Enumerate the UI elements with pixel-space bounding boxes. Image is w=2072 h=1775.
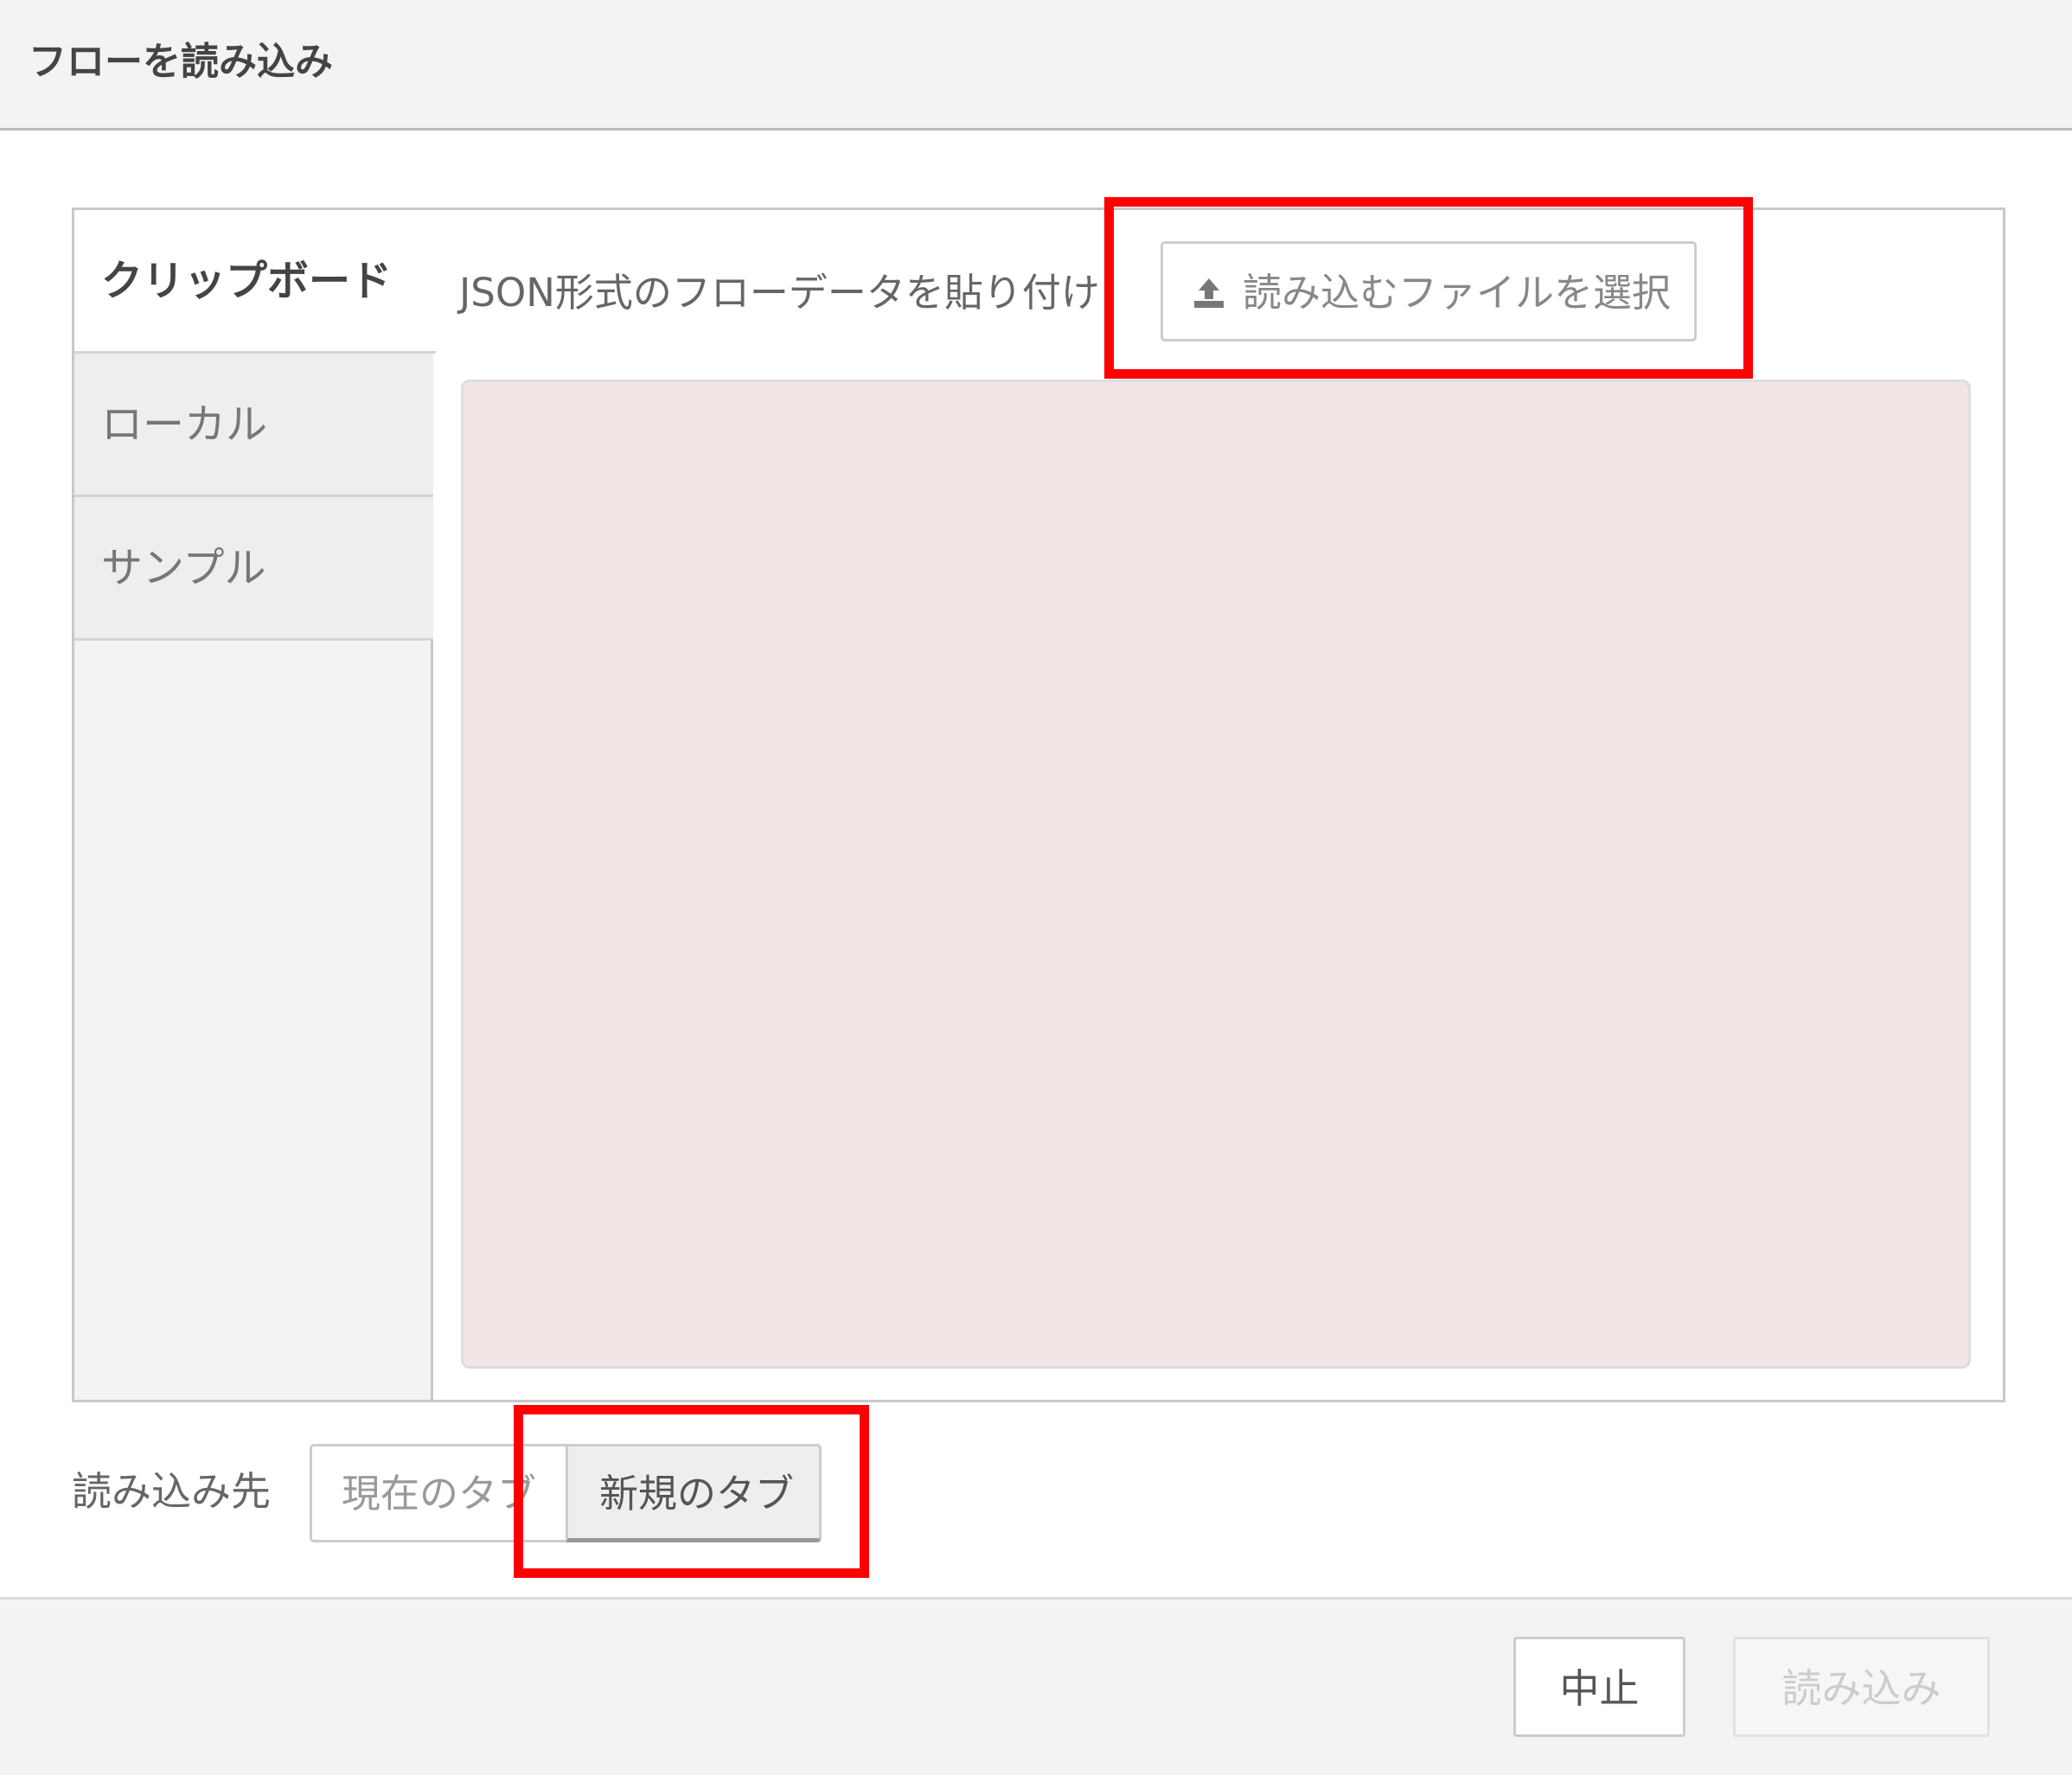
- tab-clipboard-label: クリップボード: [101, 257, 393, 305]
- dialog-header: フローを読み込み: [0, 0, 2072, 131]
- upload-icon: [1194, 278, 1224, 308]
- dialog-footer: 中止 読み込み: [0, 1597, 2072, 1775]
- tab-clipboard[interactable]: クリップボード: [74, 210, 436, 354]
- cancel-label: 中止: [1559, 1665, 1640, 1712]
- current-tab-label: 現在のタブ: [342, 1471, 537, 1516]
- current-tab-option[interactable]: 現在のタブ: [310, 1444, 567, 1542]
- import-button[interactable]: 読み込み: [1733, 1637, 1990, 1737]
- new-tab-label: 新規のタブ: [599, 1471, 795, 1516]
- tab-local-label: ローカル: [101, 400, 268, 449]
- tab-local[interactable]: ローカル: [74, 354, 433, 497]
- import-target-label: 読み込み先: [72, 1468, 271, 1515]
- dialog-title: フローを読み込み: [29, 40, 333, 84]
- cancel-button[interactable]: 中止: [1513, 1637, 1685, 1737]
- select-file-label: 読み込むファイルを選択: [1243, 270, 1672, 316]
- source-tabs: クリップボード ローカル サンプル: [74, 210, 436, 1400]
- import-panel: クリップボード ローカル サンプル JSON形式のフローデータを貼り付け 読み込…: [72, 208, 2005, 1402]
- json-input[interactable]: [461, 380, 1971, 1369]
- tab-sample[interactable]: サンプル: [74, 497, 433, 641]
- paste-instructions: JSON形式のフローデータを貼り付け: [459, 270, 1100, 316]
- import-flow-dialog: フローを読み込み クリップボード ローカル サンプル JSON形式のフローデータ…: [0, 0, 2072, 1775]
- import-label: 読み込み: [1781, 1665, 1941, 1712]
- new-tab-option[interactable]: 新規のタブ: [566, 1444, 822, 1542]
- tab-sample-label: サンプル: [101, 544, 266, 592]
- select-file-button[interactable]: 読み込むファイルを選択: [1161, 241, 1697, 342]
